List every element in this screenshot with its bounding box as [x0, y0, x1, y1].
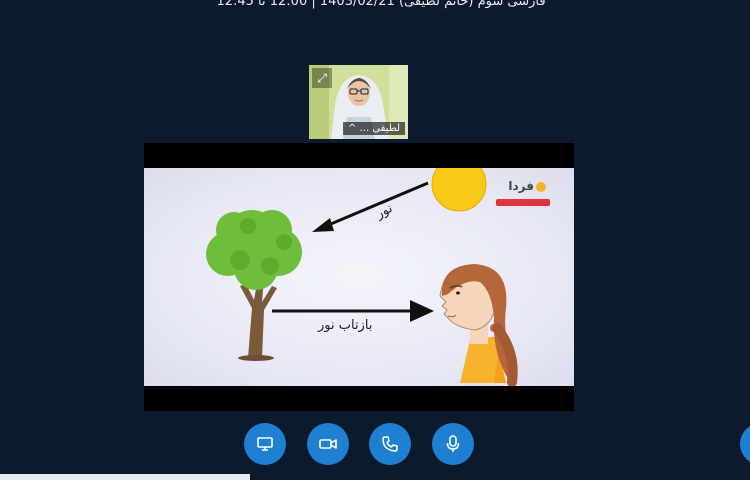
participant-name: لطیفی ... [359, 123, 400, 134]
microphone-icon [446, 435, 460, 452]
phone-button[interactable] [369, 423, 411, 465]
screen-share-icon [257, 437, 273, 451]
brand-text: فردا [508, 179, 534, 193]
screen-share-button[interactable] [244, 423, 286, 465]
brand-dot [536, 182, 546, 192]
slide-content: فردا نور بازتاب نور [144, 168, 574, 386]
arrow-label-reflection: بازتاب نور [318, 318, 373, 333]
expand-icon[interactable]: ⤢ [312, 68, 332, 88]
more-options-button[interactable] [740, 423, 750, 465]
brand-bar [496, 199, 550, 206]
microphone-button[interactable] [432, 423, 474, 465]
sun [431, 168, 487, 212]
brand-logo: فردا [496, 178, 550, 208]
phone-icon [382, 436, 398, 452]
bottom-scroll-indicator[interactable] [0, 474, 250, 480]
conference-window: فارسی سوم (خانم لطیفی) 1403/02/21 | 12:0… [0, 0, 750, 480]
call-controls [0, 423, 750, 465]
girl [439, 264, 518, 386]
camera-icon [319, 439, 337, 449]
shared-screen: فردا نور بازتاب نور [144, 143, 574, 411]
caret-up-icon[interactable]: ^ [348, 123, 356, 134]
session-title: فارسی سوم (خانم لطیفی) 1403/02/21 | 12:0… [216, 0, 546, 9]
participant-name-tag: لطیفی ... ^ [343, 122, 405, 135]
participant-video-thumbnail[interactable]: ⤢ لطیفی ... ^ [309, 65, 408, 139]
camera-button[interactable] [307, 423, 349, 465]
